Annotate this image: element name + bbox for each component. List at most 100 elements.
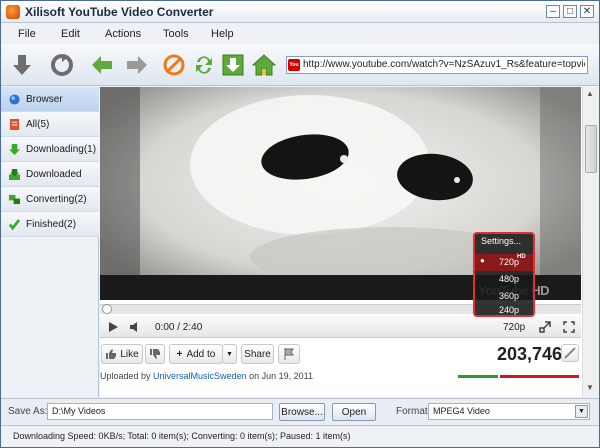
dislike-button[interactable] [145, 344, 165, 364]
uploader-link[interactable]: UniversalMusicSweden [153, 371, 247, 381]
sidebar-item-label: All(5) [26, 119, 50, 130]
time-display: 0:00 / 2:40 [155, 321, 203, 333]
save-as-label: Save As: [8, 406, 48, 417]
home-button[interactable] [251, 52, 277, 78]
upload-prefix: Uploaded by [100, 371, 154, 381]
popout-icon [539, 321, 551, 333]
menu-help[interactable]: Help [211, 28, 234, 40]
convert-icon [51, 54, 73, 76]
arrow-right-icon [127, 56, 147, 74]
like-label: Like [120, 348, 139, 360]
quality-option-label: 480p [499, 274, 520, 284]
sidebar-item-label: Downloading(1) [26, 144, 97, 155]
sidebar-item-downloaded[interactable]: Downloaded [1, 162, 99, 187]
flag-icon [284, 348, 294, 360]
thumbs-up-icon [106, 349, 117, 359]
sidebar-item-downloading[interactable]: Downloading(1) [1, 137, 99, 162]
window-title: Xilisoft YouTube Video Converter [25, 5, 214, 19]
format-value: MPEG4 Video [433, 406, 490, 416]
selected-dot-icon: ● [480, 256, 485, 265]
fullscreen-button[interactable] [560, 318, 578, 336]
forward-button[interactable] [124, 52, 150, 78]
save-path-input[interactable]: D:\My Videos [47, 403, 273, 420]
downloaded-icon [9, 169, 20, 180]
stop-button[interactable] [161, 52, 187, 78]
menu-tools[interactable]: Tools [163, 28, 189, 40]
flag-button[interactable] [278, 344, 300, 364]
quality-option-480p[interactable]: 480p [475, 271, 533, 288]
app-window: Xilisoft YouTube Video Converter – □ ✕ F… [0, 0, 600, 448]
sidebar-item-label: Converting(2) [26, 194, 87, 205]
minimize-button[interactable]: – [546, 5, 560, 18]
share-button[interactable]: Share [241, 344, 274, 364]
maximize-button[interactable]: □ [563, 5, 577, 18]
vertical-scrollbar[interactable]: ▲ ▼ [582, 87, 599, 397]
sidebar-item-browser[interactable]: Browser [1, 87, 99, 112]
play-icon [109, 322, 118, 332]
dislikes-bar [500, 375, 579, 378]
close-button[interactable]: ✕ [580, 5, 594, 18]
all-files-icon [9, 119, 20, 130]
like-button[interactable]: Like [101, 344, 143, 364]
quality-option-720p[interactable]: ● 720p HD [475, 254, 533, 271]
hd-badge: HD [517, 254, 526, 260]
status-text: Downloading Speed: 0KB/s; Total: 0 item(… [13, 431, 351, 441]
upload-info: Uploaded by UniversalMusicSweden on Jun … [100, 371, 313, 381]
menu-file[interactable]: File [18, 28, 36, 40]
open-button[interactable]: Open [332, 403, 376, 421]
chart-icon [564, 347, 576, 359]
progress-knob[interactable] [102, 304, 112, 314]
url-input[interactable]: You http://www.youtube.com/watch?v=NzSAz… [286, 56, 588, 74]
format-label: Format: [396, 406, 431, 417]
quality-option-360p[interactable]: 360p [475, 288, 533, 305]
download-button[interactable] [9, 52, 35, 78]
scroll-down-arrow[interactable]: ▼ [586, 383, 594, 392]
refresh-button[interactable] [191, 52, 217, 78]
menu-actions[interactable]: Actions [105, 28, 141, 40]
chevron-down-icon[interactable]: ▼ [575, 405, 588, 418]
download-arrow-icon [13, 55, 31, 75]
converting-icon [9, 194, 20, 205]
format-select[interactable]: MPEG4 Video ▼ [428, 403, 590, 420]
globe-icon [9, 94, 20, 105]
thumbs-down-icon [150, 349, 160, 359]
play-button[interactable] [104, 318, 122, 336]
title-bar: Xilisoft YouTube Video Converter – □ ✕ [1, 1, 599, 23]
add-to-button[interactable]: + Add to [169, 344, 223, 364]
browser-content: YouTube HD ▲ ▼ 0:00 / 2:40 720p [100, 87, 599, 397]
sidebar-item-all[interactable]: All(5) [1, 112, 99, 137]
menu-edit[interactable]: Edit [61, 28, 80, 40]
chevron-down-icon: ▼ [226, 350, 233, 358]
status-bar: Downloading Speed: 0KB/s; Total: 0 item(… [1, 425, 599, 447]
sidebar-item-label: Downloaded [26, 169, 82, 180]
sidebar-item-finished[interactable]: Finished(2) [1, 212, 99, 237]
stats-button[interactable] [561, 344, 579, 362]
save-bar: Save As: D:\My Videos Browse... Open For… [1, 398, 599, 424]
convert-button[interactable] [49, 52, 75, 78]
stop-icon [163, 54, 185, 76]
browse-button[interactable]: Browse... [279, 403, 325, 421]
volume-button[interactable] [126, 318, 146, 336]
plus-icon: + [176, 348, 183, 360]
scroll-up-arrow[interactable]: ▲ [586, 89, 594, 98]
scrollbar-thumb[interactable] [585, 125, 597, 173]
add-to-label: Add to [186, 348, 216, 360]
like-ratio-bar [458, 375, 579, 378]
youtube-icon: You [288, 59, 300, 71]
upload-date: on Jun 19, 2011 [246, 371, 313, 381]
sidebar-item-label: Finished(2) [26, 219, 77, 230]
quality-option-label: 240p [499, 305, 520, 315]
download-video-icon [222, 54, 244, 76]
download-video-button[interactable] [220, 52, 246, 78]
app-logo-icon [6, 5, 20, 19]
settings-title[interactable]: Settings... [481, 236, 539, 253]
quality-settings-menu: Settings... ● 720p HD 480p 360p 240p [473, 232, 535, 317]
arrow-left-icon [92, 56, 112, 74]
sidebar-item-label: Browser [26, 94, 63, 105]
add-to-dropdown[interactable]: ▼ [222, 344, 237, 364]
quality-option-240p[interactable]: 240p [475, 304, 533, 321]
popout-button[interactable] [536, 318, 554, 336]
speaker-icon [130, 322, 137, 332]
sidebar-item-converting[interactable]: Converting(2) [1, 187, 99, 212]
back-button[interactable] [89, 52, 115, 78]
